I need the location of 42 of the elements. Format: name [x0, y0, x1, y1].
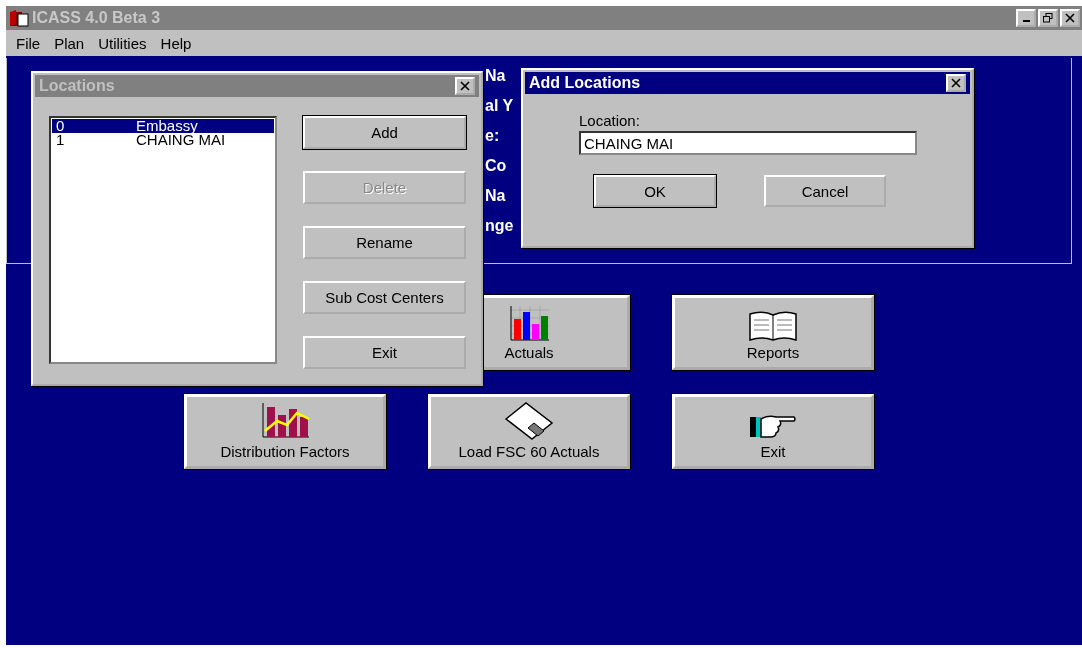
field-label: Co: [485, 158, 508, 174]
close-button[interactable]: [1060, 9, 1080, 27]
dialog-button[interactable]: Add: [303, 116, 466, 149]
dialog-title: Locations: [39, 77, 115, 95]
field-label: nge: [485, 218, 514, 234]
dialog-button[interactable]: Sub Cost Centers: [303, 281, 466, 314]
menu-item[interactable]: Help: [160, 34, 192, 52]
minimize-icon: [1022, 20, 1030, 22]
close-icon: [460, 81, 470, 91]
dialog-button[interactable]: Exit: [303, 336, 466, 369]
dialog-button[interactable]: Rename: [303, 226, 466, 259]
close-button[interactable]: [946, 74, 966, 92]
field-label: Na: [485, 68, 507, 84]
location-list[interactable]: 0 Embassy 1 CHAING MAI: [49, 116, 277, 364]
chart-icon: [259, 401, 311, 441]
main-button[interactable]: Distribution Factors: [184, 394, 386, 469]
location-field[interactable]: CHAING MAI: [579, 131, 917, 155]
bar-chart-icon: [508, 304, 550, 342]
main-button[interactable]: Exit: [672, 394, 874, 469]
menu-item[interactable]: File: [16, 34, 41, 52]
minimize-button[interactable]: [1016, 9, 1036, 27]
main-button[interactable]: Reports: [672, 295, 874, 370]
dialog-title: Add Locations: [529, 74, 641, 92]
list-item[interactable]: 1 CHAING MAI: [52, 133, 274, 147]
list-item[interactable]: 0 Embassy: [52, 119, 274, 133]
restore-button[interactable]: [1038, 9, 1058, 27]
close-icon: [1065, 13, 1075, 23]
window-title: ICASS 4.0 Beta 3: [32, 9, 161, 27]
menu-item[interactable]: Utilities: [98, 34, 147, 52]
main-button[interactable]: Load FSC 60 Actuals: [428, 394, 630, 469]
app-icon: [8, 9, 30, 27]
close-button[interactable]: [455, 77, 475, 95]
field-label: e:: [485, 128, 501, 144]
field-label: Location:: [579, 112, 640, 129]
field-label: al Y: [485, 98, 514, 114]
field-label: Na: [485, 188, 507, 204]
restore-icon: [1043, 13, 1053, 23]
dialog-button[interactable]: OK: [594, 175, 716, 207]
book-icon: [748, 308, 798, 342]
menu-item[interactable]: Plan: [54, 34, 85, 52]
dialog-button[interactable]: Cancel: [764, 175, 886, 207]
close-icon: [951, 78, 961, 88]
